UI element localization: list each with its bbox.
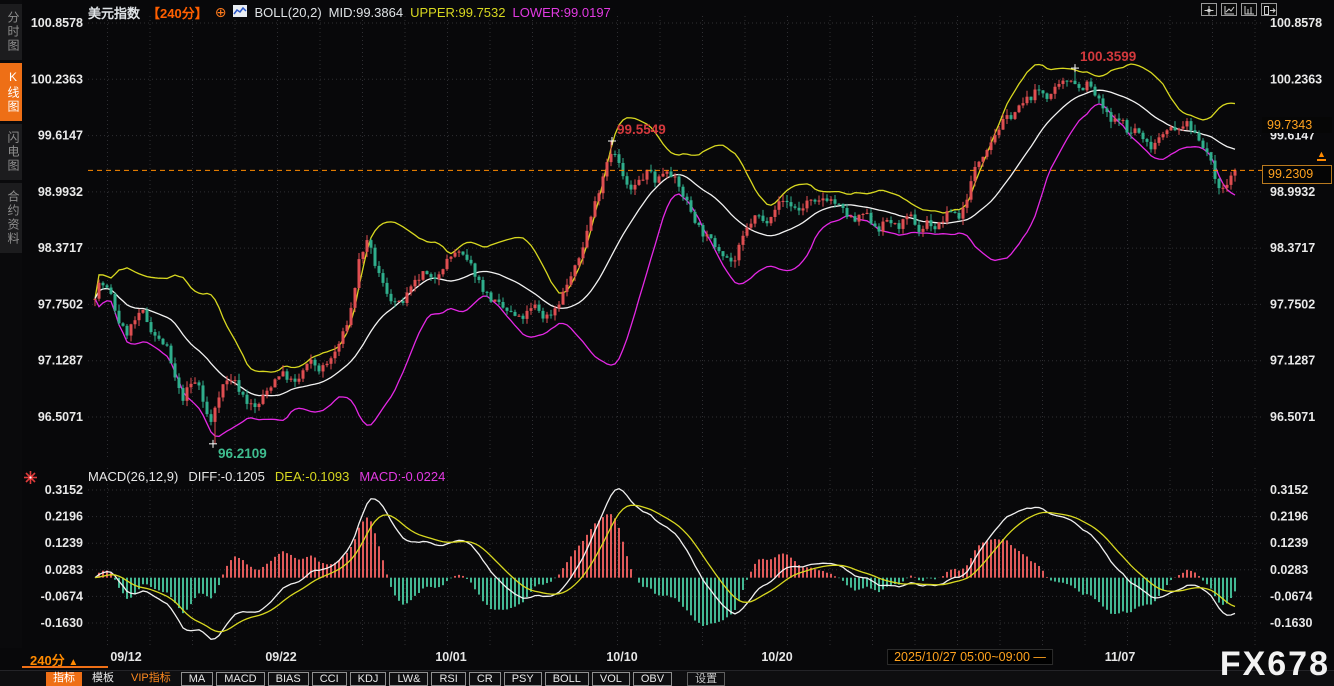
toolbar-button-9[interactable]: RSI — [431, 672, 465, 686]
axis-tick-label: 98.3717 — [38, 241, 83, 255]
axis-tick-label: 97.7502 — [1270, 297, 1315, 311]
axis-tick-label: 98.3717 — [1270, 241, 1315, 255]
axis-tick-label: 97.1287 — [1270, 354, 1315, 368]
exit-icon[interactable] — [1261, 3, 1277, 16]
axis-tick-label: 0.3152 — [45, 483, 83, 497]
boll-lower-value: LOWER:99.0197 — [513, 5, 611, 20]
price-alert-icon[interactable]: ▲ — [1317, 150, 1326, 161]
macd-diff-value: DIFF:-0.1205 — [188, 469, 265, 484]
macd-macd-value: MACD:-0.0224 — [359, 469, 445, 484]
macd-dea-value: DEA:-0.1093 — [275, 469, 349, 484]
last-price-tag: 99.2309 — [1262, 165, 1332, 184]
boll-upper-value: UPPER:99.7532 — [410, 5, 505, 20]
toolbar-button-4[interactable]: MACD — [216, 672, 264, 686]
axis-tick-label: 97.1287 — [38, 354, 83, 368]
axis-tick-label: -0.1630 — [41, 616, 83, 630]
price-annotation: 99.5549 — [617, 122, 666, 137]
axis-tick-label: -0.1630 — [1270, 616, 1312, 630]
toolbar-button-0[interactable]: 指标 — [46, 672, 82, 686]
axis-tick-label: 96.5071 — [1270, 410, 1315, 424]
chart-header: 美元指数 【240分】 ⊕ BOLL(20,2) MID:99.3864 UPP… — [88, 3, 611, 21]
toolbar-button-13[interactable]: VOL — [592, 672, 630, 686]
window-controls — [1201, 3, 1277, 16]
toolbar-button-6[interactable]: CCI — [312, 672, 347, 686]
axis-tick-label: 0.0283 — [45, 563, 83, 577]
date-tick-5: 11/07 — [1105, 650, 1136, 664]
price-annotation: 100.3599 — [1080, 49, 1136, 64]
indicator-toolbar: 指标模板VIP指标MAMACD BIASCCIKDJLW&RSI CRPSYBOLL… — [0, 670, 1334, 686]
toolbar-button-10[interactable]: CR — [469, 672, 501, 686]
toolbar-button-14[interactable]: OBV — [633, 672, 672, 686]
sidebar-tab-2[interactable]: 闪电图 — [0, 124, 22, 180]
boll-mid-value: MID:99.3864 — [329, 5, 403, 20]
toolbar-button-3[interactable]: MA — [181, 672, 214, 686]
axis-tick-label: 98.9932 — [1270, 185, 1315, 199]
period-underline — [22, 666, 108, 668]
axis-tick-label: 100.8578 — [31, 16, 83, 30]
watermark-logo: FX678 — [1220, 646, 1330, 682]
axis-tick-label: -0.0674 — [1270, 589, 1312, 603]
axis-tick-label: 96.5071 — [38, 410, 83, 424]
axis-tick-label: 97.7502 — [38, 297, 83, 311]
date-tick-4: 10/20 — [761, 650, 792, 664]
date-tick-2: 10/01 — [435, 650, 466, 664]
axis-tick-label: 100.8578 — [1270, 16, 1322, 30]
axis-tick-label: 99.6147 — [38, 129, 83, 143]
toolbar-button-2[interactable]: VIP指标 — [124, 672, 178, 686]
axis-tick-label: 0.2196 — [1270, 510, 1308, 524]
crosshair-icon[interactable] — [1201, 3, 1217, 16]
axis-tick-label: 100.2363 — [31, 72, 83, 86]
macd-header: MACD(26,12,9) DIFF:-0.1205 DEA:-0.1093 M… — [88, 469, 445, 484]
chart-plot[interactable]: 100.8578 100.8578 100.2363 100.2363 99.6147 9… — [0, 0, 1334, 648]
sidebar-tab-1[interactable]: K线图 — [0, 63, 22, 121]
band-price-tag: 99.7343 — [1262, 117, 1332, 133]
toolbar-button-12[interactable]: BOLL — [545, 672, 589, 686]
macd-pane-icon[interactable] — [23, 470, 38, 490]
chart-thumbnail-icon[interactable] — [233, 5, 247, 20]
date-tick-1: 09/22 — [265, 650, 296, 664]
boll-label: BOLL(20,2) — [254, 5, 321, 20]
macd-params: MACD(26,12,9) — [88, 469, 178, 484]
axis-tick-label: 0.1239 — [45, 536, 83, 550]
symbol-name: 美元指数 — [88, 3, 140, 22]
sidebar-tab-3[interactable]: 合约资料 — [0, 183, 22, 253]
axis-tick-label: 0.0283 — [1270, 563, 1308, 577]
highlighted-datetime: 2025/10/27 05:00~09:00 — — [887, 649, 1053, 665]
axis-tick-label: 0.2196 — [45, 510, 83, 524]
toolbar-button-11[interactable]: PSY — [504, 672, 542, 686]
axis-tick-label: 98.9932 — [38, 185, 83, 199]
fit-height-icon[interactable] — [1241, 3, 1257, 16]
sidebar-tab-0[interactable]: 分时图 — [0, 4, 22, 60]
add-indicator-icon[interactable]: ⊕ — [215, 6, 227, 18]
axis-tick-label: -0.0674 — [41, 589, 83, 603]
axis-tick-label: 100.2363 — [1270, 72, 1322, 86]
period-label: 【240分】 — [147, 3, 208, 22]
time-axis: 240分 ▲ 09/1209/2210/0110/1010/2011/07 20… — [0, 648, 1334, 670]
date-tick-0: 09/12 — [110, 650, 141, 664]
toolbar-button-8[interactable]: LW& — [389, 672, 428, 686]
toolbar-button-5[interactable]: BIAS — [268, 672, 309, 686]
toolbar-button-15[interactable]: 设置 — [687, 672, 725, 686]
axis-tick-label: 0.1239 — [1270, 536, 1308, 550]
app-window: 分时图 K线图闪电图合约资料 美元指数 【240分】 ⊕ BOLL(20,2) M… — [0, 0, 1334, 686]
price-annotation: 96.2109 — [218, 446, 267, 461]
axis-tick-label: 0.3152 — [1270, 483, 1308, 497]
toolbar-button-1[interactable]: 模板 — [85, 672, 121, 686]
fit-width-icon[interactable] — [1221, 3, 1237, 16]
chart-type-sidebar: 分时图 K线图闪电图合约资料 — [0, 0, 22, 648]
toolbar-button-7[interactable]: KDJ — [350, 672, 387, 686]
date-tick-3: 10/10 — [606, 650, 637, 664]
